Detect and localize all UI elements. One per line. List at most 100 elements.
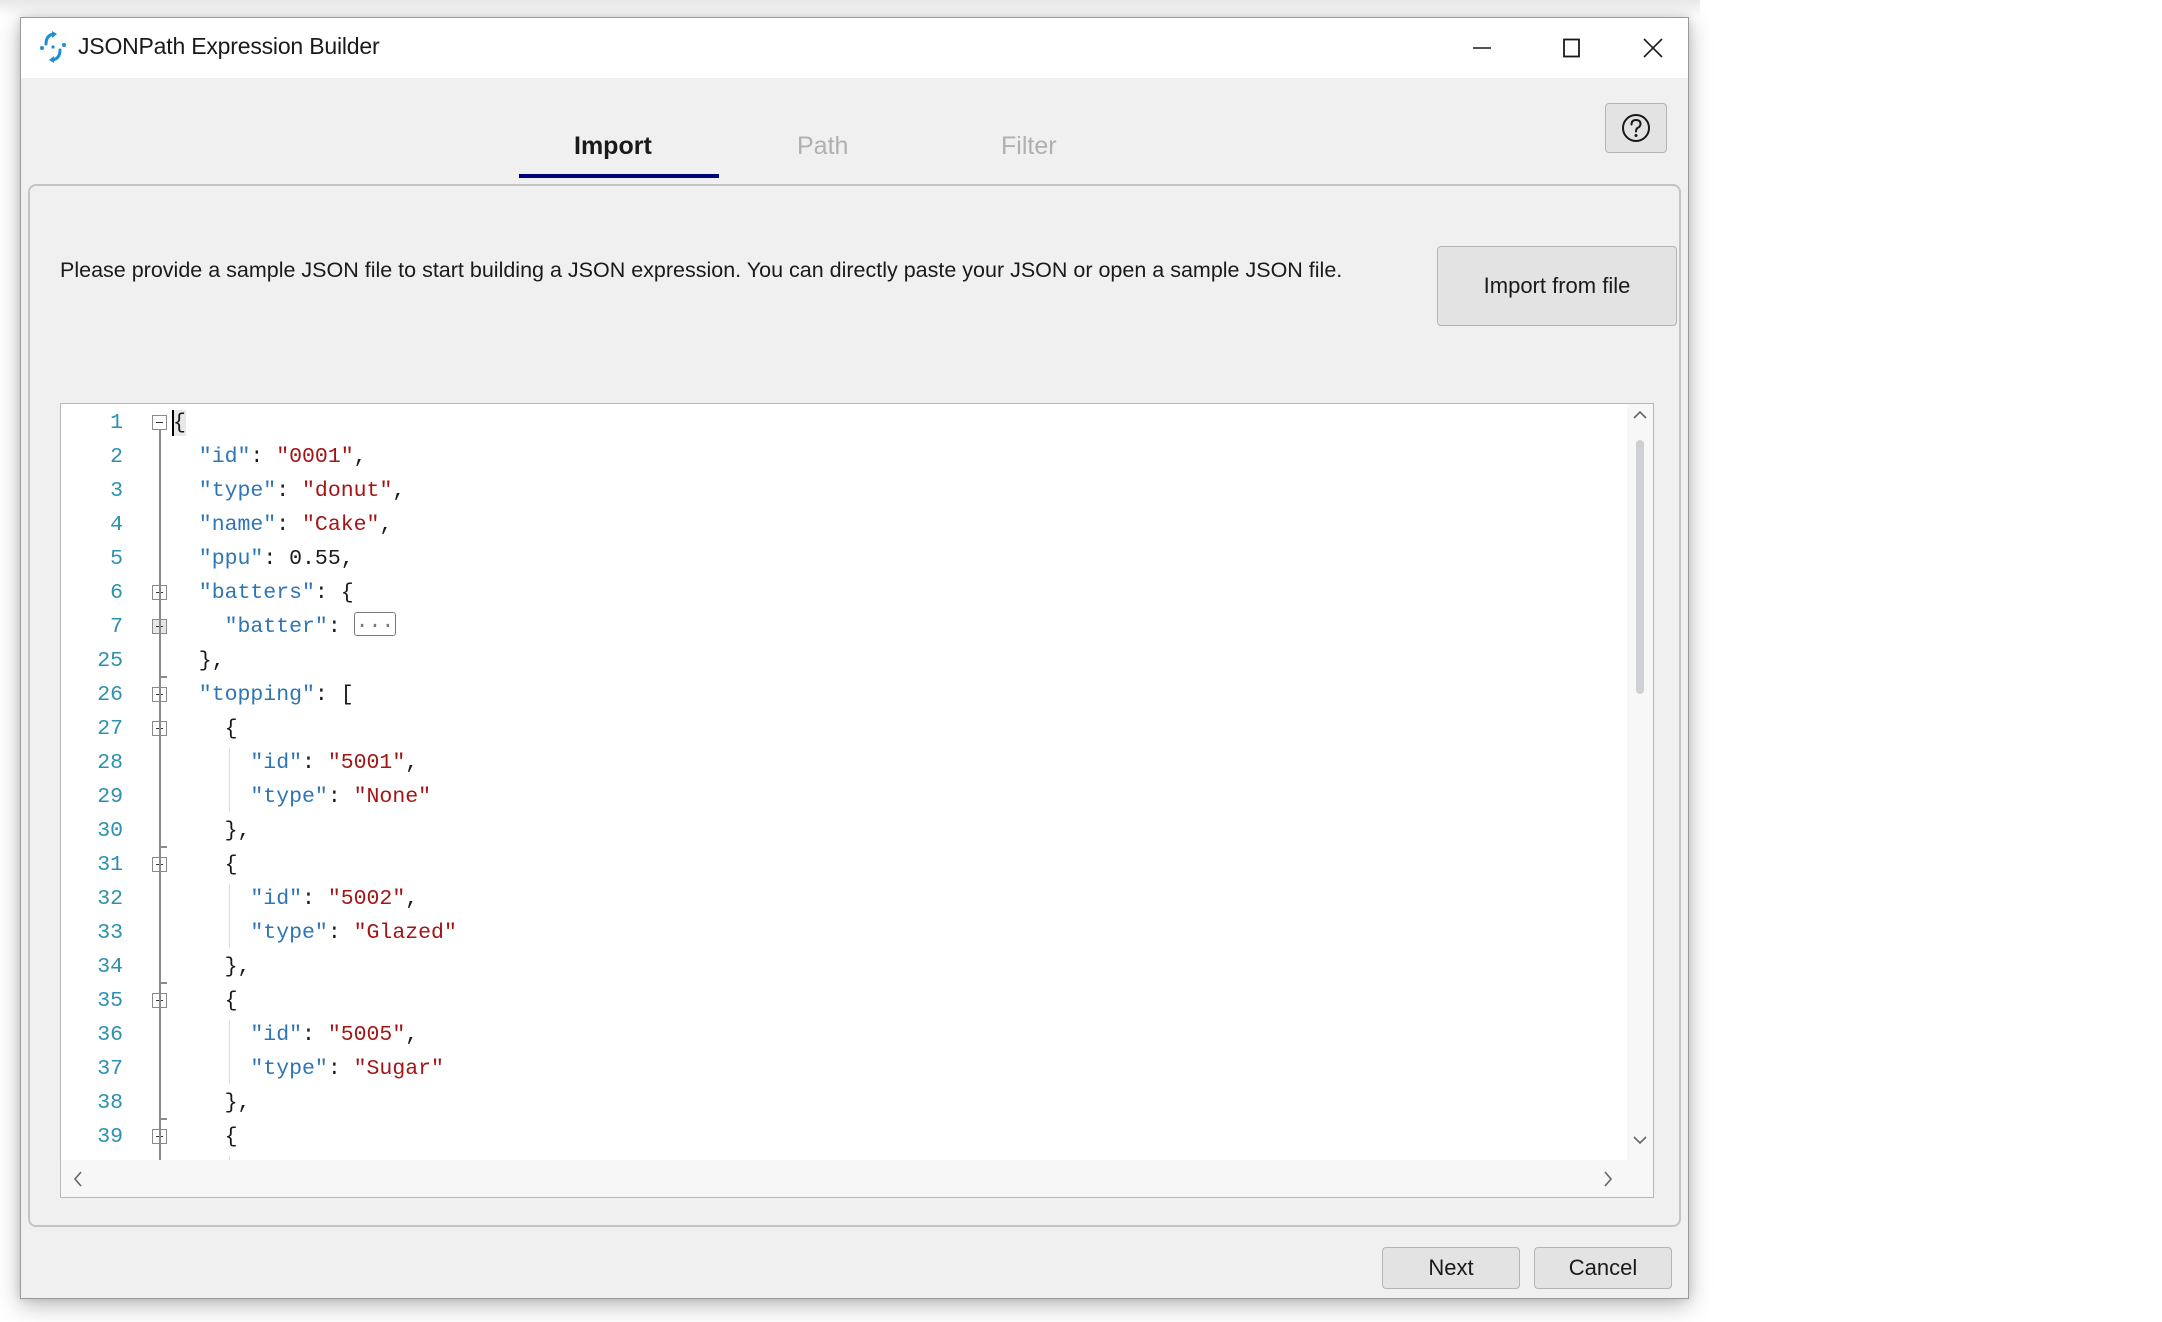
json-punctuation: : — [263, 547, 290, 571]
code-line[interactable]: 28 "id": "5001", — [61, 746, 1627, 780]
code-line[interactable]: 38}, — [61, 1086, 1627, 1120]
code-text: "batter": ... — [225, 610, 397, 644]
code-line[interactable]: 31 { — [61, 848, 1627, 882]
code-line[interactable]: 25}, — [61, 644, 1627, 678]
code-line[interactable]: 7 "batter": ... — [61, 610, 1627, 644]
json-string: "Sugar" — [353, 1057, 444, 1081]
json-punctuation: , — [405, 1023, 419, 1047]
json-punctuation: { — [224, 853, 238, 877]
json-key: "topping" — [198, 683, 315, 707]
code-text: }, — [225, 814, 251, 848]
collapse-fold-icon[interactable] — [152, 415, 167, 430]
json-key: "type" — [250, 921, 328, 945]
line-number: 36 — [97, 1023, 123, 1047]
code-line[interactable]: 2 "id": "0001", — [61, 440, 1627, 474]
code-line[interactable]: 1{ — [61, 406, 1627, 440]
indent-guide — [228, 1020, 230, 1084]
line-number: 4 — [110, 513, 123, 537]
json-punctuation: { — [224, 1125, 238, 1149]
code-line[interactable]: 29 "type": "None" — [61, 780, 1627, 814]
code-line[interactable]: 37 "type": "Sugar" — [61, 1052, 1627, 1086]
code-line[interactable]: 34}, — [61, 950, 1627, 984]
json-punctuation: : — [302, 1023, 328, 1047]
json-punctuation: }, — [224, 819, 251, 843]
next-button[interactable]: Next — [1382, 1247, 1520, 1289]
json-punctuation: : — [327, 921, 354, 945]
tab-path[interactable]: Path — [797, 132, 848, 161]
tab-filter[interactable]: Filter — [1001, 132, 1057, 161]
json-string: "Glazed" — [353, 921, 457, 945]
tab-import[interactable]: Import — [574, 132, 652, 161]
json-key: "type" — [250, 1057, 328, 1081]
code-line[interactable]: 36 "id": "5005", — [61, 1018, 1627, 1052]
maximize-button[interactable] — [1527, 18, 1617, 78]
code-text: }, — [199, 644, 225, 678]
text-caret — [172, 410, 174, 436]
code-text: "id": "0001", — [199, 440, 367, 474]
code-text: { — [225, 848, 238, 882]
line-number: 31 — [97, 853, 123, 877]
code-text: "batters": { — [199, 576, 354, 610]
vertical-scrollbar[interactable] — [1627, 404, 1653, 1160]
maximize-icon — [1563, 38, 1580, 58]
code-line[interactable]: 39 { — [61, 1120, 1627, 1154]
background-strip — [0, 0, 1700, 17]
line-number: 35 — [97, 989, 123, 1013]
fold-end-marker — [159, 846, 167, 848]
line-number: 34 — [97, 955, 123, 979]
json-punctuation: { — [224, 717, 238, 741]
json-punctuation: }, — [224, 955, 251, 979]
code-text: "id": "5002", — [250, 882, 418, 916]
horizontal-scrollbar[interactable] — [61, 1160, 1653, 1197]
chevron-up-icon[interactable] — [1633, 410, 1647, 420]
json-punctuation: : — [276, 513, 303, 537]
chevron-down-icon[interactable] — [1633, 1135, 1647, 1145]
json-punctuation: { — [224, 989, 238, 1013]
json-punctuation: , — [340, 547, 354, 571]
fold-end-marker — [159, 1118, 167, 1120]
json-key: "type" — [198, 479, 277, 503]
json-key: "ppu" — [198, 547, 264, 571]
json-string: "0001" — [276, 445, 354, 469]
json-punctuation: , — [353, 445, 367, 469]
import-from-file-button[interactable]: Import from file — [1437, 246, 1677, 326]
minimize-icon — [1473, 47, 1491, 49]
code-line[interactable]: 6 "batters": { — [61, 576, 1627, 610]
line-number: 2 — [110, 445, 123, 469]
line-number: 29 — [97, 785, 123, 809]
chevron-left-icon[interactable] — [73, 1171, 83, 1187]
import-description: Please provide a sample JSON file to sta… — [60, 258, 1343, 282]
cancel-button[interactable]: Cancel — [1534, 1247, 1672, 1289]
code-text: "id": "5005", — [250, 1018, 418, 1052]
minimize-button[interactable] — [1437, 18, 1527, 78]
code-line[interactable]: 3 "type": "donut", — [61, 474, 1627, 508]
code-line[interactable]: 35 { — [61, 984, 1627, 1018]
code-text: "name": "Cake", — [199, 508, 393, 542]
json-key: "id" — [250, 1023, 302, 1047]
help-button[interactable] — [1605, 103, 1667, 153]
code-area[interactable]: 1{2 "id": "0001", 3 "type": "donut", 4 "name"… — [61, 404, 1627, 1160]
code-text: "type": "Sugar" — [250, 1052, 444, 1086]
line-number: 37 — [97, 1057, 123, 1081]
line-number: 6 — [110, 581, 123, 605]
code-line[interactable]: 26 "topping": [ — [61, 678, 1627, 712]
json-string: "5001" — [327, 751, 406, 775]
code-line[interactable]: 5 "ppu": 0.55, — [61, 542, 1627, 576]
code-line[interactable]: 4 "name": "Cake", — [61, 508, 1627, 542]
code-line[interactable]: 32 "id": "5002", — [61, 882, 1627, 916]
code-line[interactable]: 33 "type": "Glazed" — [61, 916, 1627, 950]
json-key: "id" — [198, 445, 251, 469]
json-editor[interactable]: 1{2 "id": "0001", 3 "type": "donut", 4 "name"… — [60, 403, 1654, 1198]
json-string: "donut" — [302, 479, 393, 503]
close-button[interactable] — [1617, 18, 1688, 78]
chevron-right-icon[interactable] — [1603, 1171, 1613, 1187]
title-bar[interactable]: JSONPath Expression Builder — [21, 18, 1688, 78]
json-key: "batters" — [198, 581, 315, 605]
collapsed-region-button[interactable]: ... — [353, 612, 397, 637]
code-text: { — [225, 712, 238, 746]
code-line[interactable]: 30}, — [61, 814, 1627, 848]
json-punctuation: : — [327, 785, 354, 809]
line-number: 39 — [97, 1125, 123, 1149]
vertical-scroll-thumb[interactable] — [1636, 440, 1644, 694]
code-line[interactable]: 27 { — [61, 712, 1627, 746]
